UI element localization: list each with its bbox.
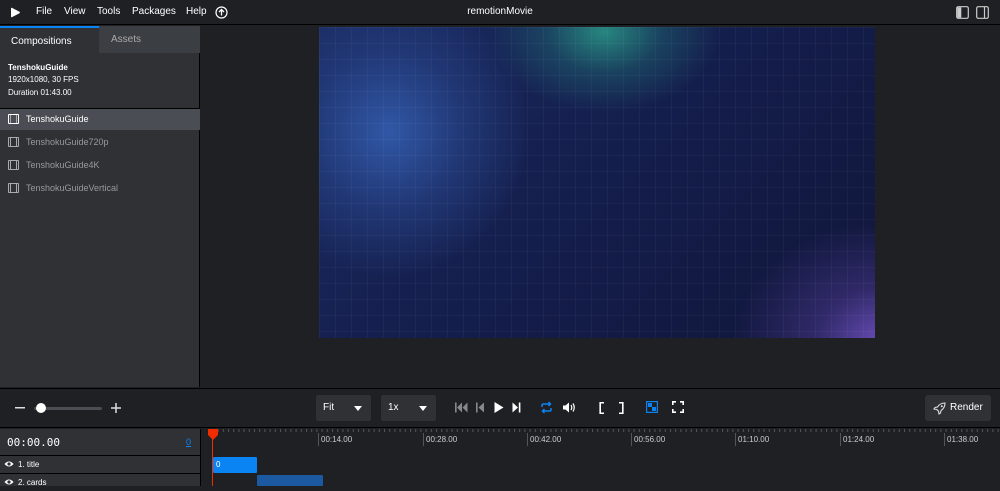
composition-label: TenshokuGuide4K <box>26 160 100 170</box>
preview-grid-overlay <box>319 27 875 338</box>
ruler-major-tick <box>423 433 424 446</box>
tick-label: 01:10.00 <box>738 435 770 444</box>
frame-counter[interactable]: 0 <box>186 437 191 447</box>
toggle-right-sidebar-icon[interactable] <box>976 6 989 19</box>
composition-name: TenshokuGuide <box>8 63 68 72</box>
playhead-handle-icon[interactable] <box>207 429 219 441</box>
zoom-slider-thumb[interactable] <box>35 403 46 413</box>
toggle-left-sidebar-icon[interactable] <box>956 6 969 19</box>
tick-label: 00:28.00 <box>426 435 458 444</box>
tab-compositions[interactable]: Compositions <box>0 26 99 53</box>
step-forward-icon[interactable] <box>512 402 521 413</box>
film-icon <box>8 160 19 170</box>
sidebar-tabs: Compositions Assets <box>0 26 200 53</box>
checkerboard-icon[interactable] <box>646 401 658 413</box>
ruler-major-tick <box>631 433 632 446</box>
track-row-cards[interactable]: 2. cards <box>0 475 201 491</box>
tick-label: 00:42.00 <box>530 435 562 444</box>
playhead-line <box>212 439 213 486</box>
size-select[interactable]: Fit <box>316 395 371 421</box>
in-point-icon[interactable] <box>599 402 605 414</box>
timecode-display: 00:00.00 <box>7 436 60 449</box>
tick-label: 01:38.00 <box>947 435 979 444</box>
step-back-icon[interactable] <box>476 402 485 413</box>
film-icon <box>8 114 19 124</box>
tab-assets[interactable]: Assets <box>99 26 200 53</box>
clip-cards[interactable] <box>257 475 323 486</box>
track-label: 1. title <box>18 460 40 469</box>
chevron-down-icon <box>419 406 427 411</box>
composition-item-tenshokuguidevertical[interactable]: TenshokuGuideVertical <box>0 178 200 199</box>
tick-label: 01:24.00 <box>843 435 875 444</box>
eye-icon[interactable] <box>4 460 14 468</box>
clip-title[interactable]: 0 <box>213 457 257 473</box>
render-button[interactable]: Render <box>925 395 991 421</box>
menu-bar: File View Tools Packages Help remotionMo… <box>0 0 1000 25</box>
composition-specs: 1920x1080, 30 FPS <box>8 75 79 84</box>
film-icon <box>8 137 19 147</box>
composition-item-tenshokuguide[interactable]: TenshokuGuide <box>0 109 200 130</box>
ruler-major-tick <box>840 433 841 446</box>
loop-icon[interactable] <box>540 401 553 414</box>
ruler-major-tick <box>944 433 945 446</box>
composition-item-tenshokuguide4k[interactable]: TenshokuGuide4K <box>0 155 200 176</box>
ruler-major-tick <box>318 433 319 446</box>
divider <box>0 473 201 474</box>
jump-to-start-icon[interactable] <box>455 402 468 413</box>
track-row-title[interactable]: 1. title <box>0 457 201 473</box>
divider <box>0 455 201 456</box>
volume-icon[interactable] <box>562 401 576 414</box>
playback-controls: Fit 1x Render <box>0 388 1000 428</box>
left-sidebar: Compositions Assets TenshokuGuide 1920x1… <box>0 26 200 387</box>
chevron-down-icon <box>354 406 362 411</box>
app-title: remotionMovie <box>467 6 533 17</box>
film-icon <box>8 183 19 193</box>
out-point-icon[interactable] <box>618 402 624 414</box>
fullscreen-icon[interactable] <box>672 401 684 413</box>
composition-label: TenshokuGuide <box>26 114 89 124</box>
zoom-in-icon[interactable] <box>111 403 121 413</box>
timeline: 00:00.00 0 1. title 2. cards 00:14.00 00… <box>0 429 1000 487</box>
composition-label: TenshokuGuideVertical <box>26 183 119 193</box>
composition-duration: Duration 01:43.00 <box>8 88 72 97</box>
size-select-value: Fit <box>323 402 335 413</box>
play-icon[interactable] <box>494 402 504 413</box>
preview-canvas[interactable] <box>319 27 875 338</box>
zoom-out-icon[interactable] <box>15 407 25 409</box>
composition-label: TenshokuGuide720p <box>26 137 109 147</box>
composition-item-tenshokuguide720p[interactable]: TenshokuGuide720p <box>0 132 200 153</box>
render-button-label: Render <box>950 402 983 413</box>
rocket-icon <box>933 402 946 415</box>
timeline-track-list: 00:00.00 0 1. title 2. cards <box>0 429 201 487</box>
playback-rate-select[interactable]: 1x <box>381 395 436 421</box>
playback-rate-value: 1x <box>388 402 399 413</box>
eye-icon[interactable] <box>4 478 14 486</box>
clip-label: 0 <box>216 460 221 469</box>
ruler-major-tick <box>527 433 528 446</box>
ruler-major-tick <box>735 433 736 446</box>
tick-label: 00:14.00 <box>321 435 353 444</box>
timeline-ruler[interactable]: 00:14.00 00:28.00 00:42.00 00:56.00 01:1… <box>202 429 1000 455</box>
tick-label: 00:56.00 <box>634 435 666 444</box>
